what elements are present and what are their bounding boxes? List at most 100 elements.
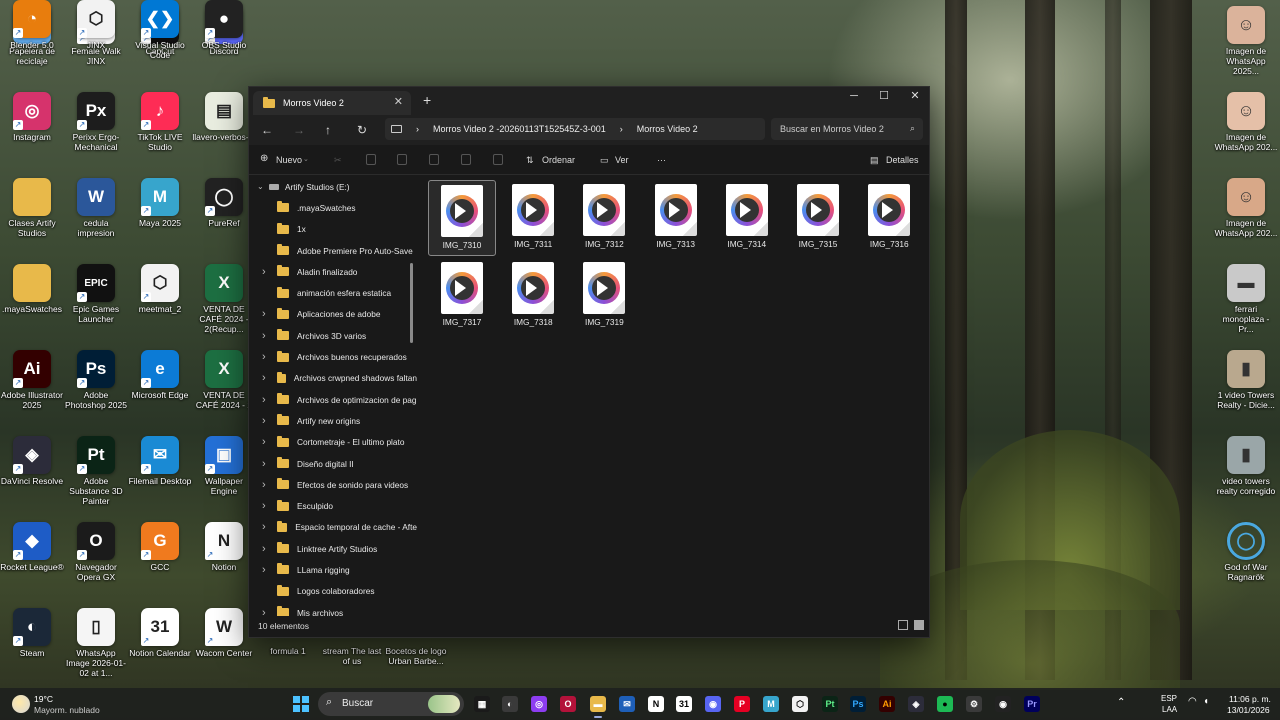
back-button[interactable]: ← (261, 123, 273, 137)
tree-root-drive[interactable]: ⌄ Artify Studios (E:) (249, 176, 417, 197)
desktop-icon[interactable]: M ↗ Maya 2025 (128, 178, 192, 228)
weather-icon[interactable] (12, 695, 30, 713)
chevron-right-icon[interactable]: › (262, 436, 266, 448)
desktop-icon[interactable]: ● ↗ OBS Studio (192, 0, 256, 50)
chevron-right-icon[interactable]: › (262, 372, 266, 384)
weather-temp[interactable]: 19°C (34, 694, 53, 704)
tray-overflow-icon[interactable]: ⌃ (1117, 697, 1125, 708)
taskbar-app-icon[interactable]: ◐ (502, 696, 518, 712)
up-button[interactable]: ↑ (325, 123, 331, 137)
tree-item[interactable]: › Artify new origins (249, 410, 417, 431)
desktop-icon[interactable]: ▮ video towers realty corregido (1214, 436, 1278, 496)
breadcrumb-separator[interactable]: › (416, 124, 419, 134)
breadcrumb-current[interactable]: Morros Video 2 (637, 124, 698, 134)
tree-item[interactable]: › Espacio temporal de cache - Afte (249, 517, 417, 538)
taskbar-app-icon[interactable]: N (648, 696, 664, 712)
taskbar-app-icon[interactable]: ✉ (619, 696, 635, 712)
desktop-icon[interactable]: ☺ Imagen de WhatsApp 2025... (1214, 6, 1278, 76)
desktop-icon[interactable]: ☺ Imagen de WhatsApp 202... (1214, 178, 1278, 238)
taskbar-app-icon[interactable]: Ps (850, 696, 866, 712)
language-bottom[interactable]: LAA (1162, 705, 1177, 714)
taskbar-app-icon[interactable]: 31 (676, 696, 692, 712)
desktop-icon[interactable]: ▬ ferrari monoplaza - Pr... (1214, 264, 1278, 334)
wifi-icon[interactable]: ◠ (1188, 696, 1197, 707)
desktop-icon[interactable]: ◐ ↗ Steam (0, 608, 64, 658)
weather-desc[interactable]: Mayorm. nublado (34, 705, 100, 715)
taskbar-app-icon[interactable]: ◉ (705, 696, 721, 712)
desktop-icon[interactable]: 31 ↗ Notion Calendar (128, 608, 192, 658)
volume-icon[interactable]: ◖ (1203, 696, 1209, 707)
desktop-icon[interactable]: ◯ God of War Ragnarök (1214, 522, 1278, 582)
tree-item[interactable]: › Archivos 3D varios (249, 325, 417, 346)
desktop-icon[interactable]: ⬡ ↗ JINX (64, 0, 128, 50)
new-tab-button[interactable]: + (423, 92, 431, 108)
chevron-down-icon[interactable]: ⌄ (257, 182, 264, 191)
desktop-icon[interactable]: Bocetos de logo Urban Barbe... (384, 646, 448, 666)
taskbar-app-icon[interactable]: ● (937, 696, 953, 712)
video-file[interactable]: IMG_7310 (428, 180, 496, 256)
video-file[interactable]: IMG_7318 (499, 258, 567, 334)
chevron-right-icon[interactable]: › (262, 564, 266, 576)
chevron-right-icon[interactable]: › (262, 266, 266, 278)
chevron-right-icon[interactable]: › (262, 394, 266, 406)
desktop-icon[interactable]: ◈ ↗ DaVinci Resolve (0, 436, 64, 486)
video-file[interactable]: IMG_7316 (855, 180, 923, 256)
desktop-icon[interactable]: Ai ↗ Adobe Illustrator 2025 (0, 350, 64, 410)
taskbar-app-icon[interactable]: ◎ (531, 696, 547, 712)
desktop-icon[interactable]: Pt ↗ Adobe Substance 3D Painter (64, 436, 128, 506)
tree-item[interactable]: › Archivos buenos recuperados (249, 346, 417, 367)
desktop-icon[interactable]: stream The last of us (320, 646, 384, 666)
tree-item[interactable]: animación esfera estatica (249, 282, 417, 303)
taskbar-app-icon[interactable]: M (763, 696, 779, 712)
close-window-button[interactable]: ✕ (900, 89, 930, 102)
video-file[interactable]: IMG_7319 (570, 258, 638, 334)
video-file[interactable]: IMG_7314 (713, 180, 781, 256)
desktop-icon[interactable]: ✉ ↗ Filemail Desktop (128, 436, 192, 486)
taskbar-app-icon[interactable]: ◈ (908, 696, 924, 712)
chevron-right-icon[interactable]: › (262, 330, 266, 342)
desktop-icon[interactable]: Clases Artify Studios (0, 178, 64, 238)
chevron-right-icon[interactable]: › (262, 479, 266, 491)
address-bar[interactable]: › Morros Video 2 -20260113T152545Z-3-001… (385, 118, 765, 140)
tiles-view-icon[interactable] (914, 620, 924, 630)
taskbar-app-icon[interactable]: O (560, 696, 576, 712)
desktop-icon[interactable]: ◎ ↗ Instagram (0, 92, 64, 142)
taskbar-app-icon[interactable]: ▬ (590, 696, 606, 718)
language-top[interactable]: ESP (1161, 694, 1177, 703)
desktop-icon[interactable]: ◆ ↗ Rocket League® (0, 522, 64, 572)
tree-item[interactable]: .mayaSwatches (249, 197, 417, 218)
paste-icon[interactable] (397, 154, 407, 165)
tree-item[interactable]: › Cortometraje - El ultimo plato (249, 432, 417, 453)
desktop-icon[interactable]: .mayaSwatches (0, 264, 64, 314)
tree-item[interactable]: › Diseño digital II (249, 453, 417, 474)
tree-item[interactable]: Logos colaboradores (249, 581, 417, 602)
desktop-icon[interactable]: X VENTA DE CAFÉ 2024 - 2(Recup... (192, 264, 256, 334)
video-file[interactable]: IMG_7315 (784, 180, 852, 256)
more-options-button[interactable]: ··· (657, 155, 666, 165)
video-file[interactable]: IMG_7313 (642, 180, 710, 256)
maximize-button[interactable]: ☐ (869, 89, 899, 102)
chevron-right-icon[interactable]: › (262, 351, 266, 363)
desktop-icon[interactable]: ▣ ↗ Wallpaper Engine (192, 436, 256, 496)
desktop-icon[interactable]: G ↗ GCC (128, 522, 192, 572)
desktop-icon[interactable]: Ps ↗ Adobe Photoshop 2025 (64, 350, 128, 410)
chevron-right-icon[interactable]: › (262, 415, 266, 427)
desktop-icon[interactable]: N ↗ Notion (192, 522, 256, 572)
tree-item[interactable]: › LLama rigging (249, 559, 417, 580)
taskbar-app-icon[interactable]: ⬡ (792, 696, 808, 712)
tree-item[interactable]: › Linktree Artify Studios (249, 538, 417, 559)
desktop-icon[interactable]: formula 1 (256, 646, 320, 656)
tree-item[interactable]: › Aplicaciones de adobe (249, 304, 417, 325)
chevron-right-icon[interactable]: › (262, 308, 266, 320)
view-button[interactable]: Ver (615, 155, 629, 165)
desktop-icon[interactable]: ▮ 1 video Towers Realty - Dicie... (1214, 350, 1278, 410)
breadcrumb-separator[interactable]: › (620, 124, 623, 134)
chevron-right-icon[interactable]: › (262, 521, 266, 533)
start-button[interactable] (293, 696, 309, 712)
tree-item[interactable]: › Mis archivos (249, 602, 417, 616)
desktop-icon[interactable]: ▤ llavero-verbos-... (192, 92, 256, 142)
video-file[interactable]: IMG_7317 (428, 258, 496, 334)
taskbar-app-icon[interactable]: ⚙ (966, 696, 982, 712)
video-file[interactable]: IMG_7311 (499, 180, 567, 256)
desktop-icon[interactable]: ☺ Imagen de WhatsApp 202... (1214, 92, 1278, 152)
